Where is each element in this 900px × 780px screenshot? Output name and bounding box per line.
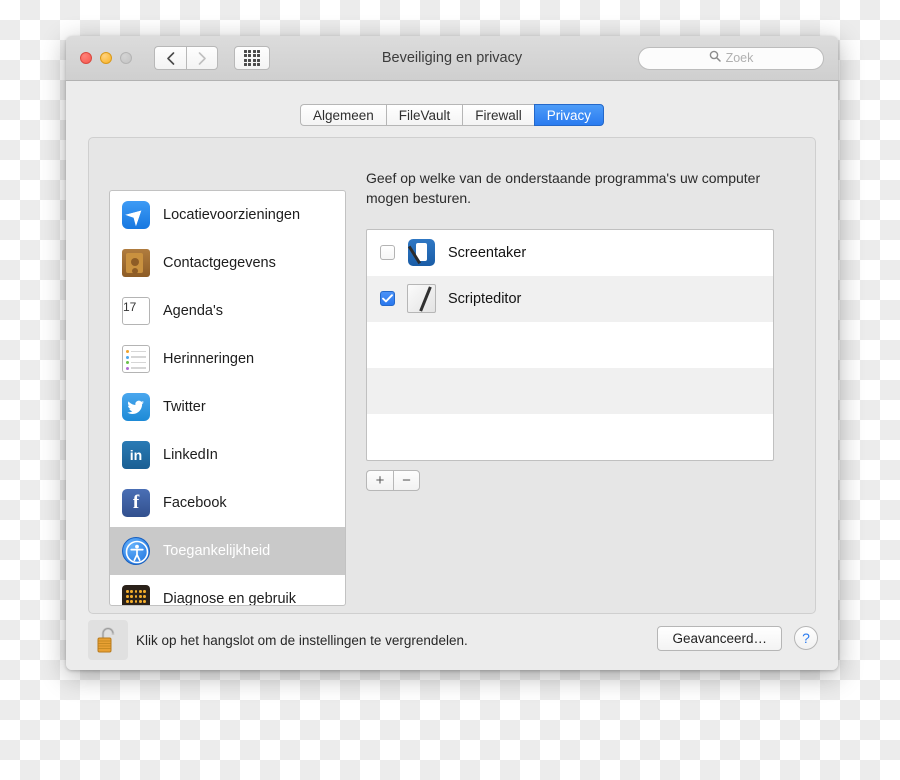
back-button[interactable] (154, 46, 186, 70)
location-services-icon (122, 201, 150, 229)
contacts-icon (122, 249, 150, 277)
traffic-lights (80, 52, 132, 64)
sidebar-item-twitter[interactable]: Twitter (110, 383, 345, 431)
app-checkbox-scripteditor[interactable] (380, 291, 395, 307)
twitter-icon (122, 393, 150, 421)
sidebar-item-label: Locatievoorzieningen (163, 207, 301, 223)
lock-button[interactable] (88, 620, 128, 660)
pane-description: Geef op welke van de onderstaande progra… (366, 170, 761, 207)
search-field[interactable]: Zoek (638, 46, 824, 70)
zoom-button[interactable] (120, 52, 132, 64)
title-bar: Beveiliging en privacy Zoek (66, 36, 838, 81)
allowed-apps-list[interactable]: Screentaker Scripteditor (366, 228, 774, 461)
add-remove-buttons: + − (366, 469, 796, 491)
chevron-left-icon (166, 51, 175, 65)
show-all-grid-icon (243, 49, 261, 67)
table-row[interactable]: Screentaker (367, 230, 773, 276)
sidebar-item-diagnose-en-gebruik[interactable]: Diagnose en gebruik (110, 575, 345, 606)
script-editor-app-icon (407, 284, 436, 314)
system-preferences-window: Beveiliging en privacy Zoek Algemeen Fil… (66, 36, 838, 670)
calendar-icon-day: 17 (123, 300, 137, 314)
show-all-button[interactable] (234, 46, 270, 70)
privacy-detail-pane: Geef op welke van de onderstaande progra… (366, 168, 796, 491)
sidebar-item-agendas[interactable]: 17 Agenda's (110, 287, 345, 335)
lock-note: Klik op het hangslot om de instellingen … (136, 633, 468, 648)
add-app-button[interactable]: + (366, 469, 393, 491)
empty-row (367, 414, 773, 460)
app-name: Scripteditor (448, 290, 522, 307)
screentaker-app-icon (407, 238, 436, 268)
sidebar-item-label: LinkedIn (163, 447, 218, 463)
sidebar-item-label: Twitter (163, 399, 206, 415)
sidebar-item-contactgegevens[interactable]: Contactgegevens (110, 239, 345, 287)
facebook-icon: f (122, 489, 150, 517)
tab-algemeen[interactable]: Algemeen (299, 104, 386, 126)
empty-row (367, 367, 773, 414)
sidebar-item-label: Facebook (163, 495, 227, 511)
app-checkbox-screentaker[interactable] (380, 245, 395, 261)
tab-filevault[interactable]: FileVault (385, 104, 463, 126)
sidebar-item-herinneringen[interactable]: Herinneringen (110, 335, 345, 383)
sidebar-item-locatievoorzieningen[interactable]: Locatievoorzieningen (110, 191, 345, 239)
linkedin-icon: in (122, 441, 150, 469)
tab-firewall[interactable]: Firewall (462, 104, 534, 126)
accessibility-icon (122, 537, 150, 565)
advanced-button[interactable]: Geavanceerd… (657, 626, 782, 651)
search-icon (709, 49, 721, 67)
help-button[interactable]: ? (794, 626, 818, 650)
chevron-right-icon (198, 51, 207, 65)
remove-app-button[interactable]: − (393, 469, 420, 491)
reminders-icon (122, 345, 150, 373)
minimize-button[interactable] (100, 52, 112, 64)
sidebar-item-label: Toegankelijkheid (163, 543, 271, 559)
window-body: Algemeen FileVault Firewall Privacy Loca… (66, 81, 838, 670)
empty-row (367, 322, 773, 368)
sidebar-item-label: Diagnose en gebruik (163, 591, 297, 606)
sidebar-item-label: Herinneringen (163, 351, 255, 367)
sidebar-item-toegankelijkheid[interactable]: Toegankelijkheid (110, 527, 345, 575)
sidebar-item-label: Agenda's (163, 303, 224, 319)
sidebar-item-label: Contactgegevens (163, 255, 276, 271)
sidebar-item-facebook[interactable]: f Facebook (110, 479, 345, 527)
tab-bar: Algemeen FileVault Firewall Privacy (66, 81, 838, 126)
padlock-unlocked-icon (88, 627, 128, 664)
navigation-buttons (154, 46, 218, 70)
search-placeholder: Zoek (725, 51, 754, 65)
app-name: Screentaker (448, 244, 527, 261)
tab-privacy[interactable]: Privacy (533, 104, 605, 126)
close-button[interactable] (80, 52, 92, 64)
forward-button (186, 46, 218, 70)
calendar-icon: 17 (122, 297, 150, 325)
privacy-panel: Locatievoorzieningen Contactgegevens 17 … (88, 137, 816, 614)
table-row[interactable]: Scripteditor (367, 275, 773, 322)
sidebar-item-linkedin[interactable]: in LinkedIn (110, 431, 345, 479)
footer-bar: Klik op het hangslot om de instellingen … (66, 614, 838, 670)
privacy-category-list[interactable]: Locatievoorzieningen Contactgegevens 17 … (109, 190, 346, 606)
diagnostics-usage-icon (122, 585, 150, 605)
